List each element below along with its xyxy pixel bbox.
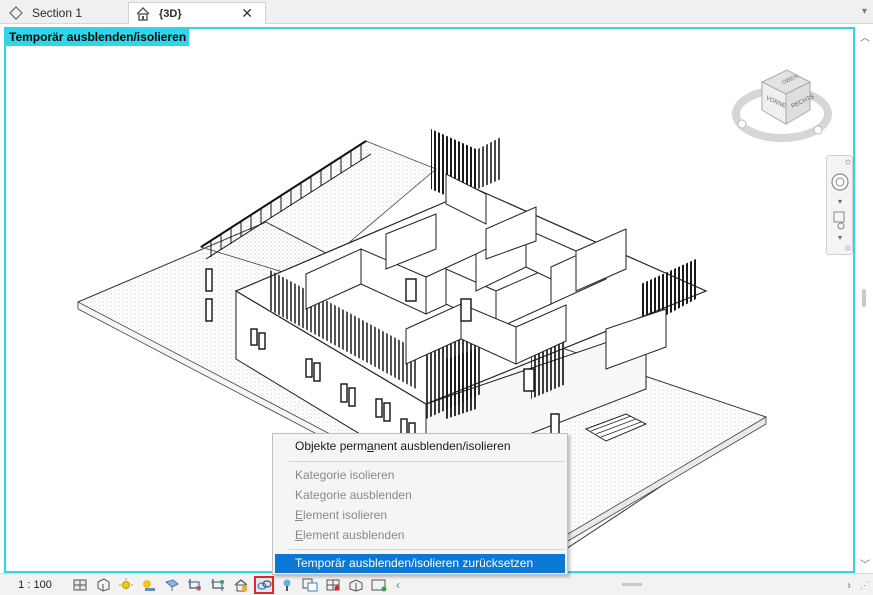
view-tab-bar: Section 1 {3D} ✕ ▾ (0, 0, 873, 24)
menu-item-reset-temporary-hide-isolate[interactable]: Temporär ausblenden/isolieren zurücksetz… (275, 554, 565, 573)
menu-separator (289, 549, 565, 550)
tab-3d[interactable]: {3D} ✕ (128, 2, 266, 24)
horizontal-scroll-thumb[interactable] (622, 583, 642, 586)
crop-view-icon[interactable]: ✕ (185, 576, 205, 594)
revit-window: Section 1 {3D} ✕ ▾ Temporär ausblenden/i… (0, 0, 873, 595)
visual-style-icon[interactable] (93, 576, 113, 594)
worksharing-icon[interactable] (300, 576, 320, 594)
hide-isolate-context-menu: Objekte permanent ausblenden/isolieren K… (272, 433, 568, 575)
menu-item-label-post: lement ausblenden (303, 528, 405, 542)
menu-item-hide-category[interactable]: Kategorie ausblenden (275, 486, 565, 505)
render-icon[interactable] (162, 576, 182, 594)
menu-item-isolate-category[interactable]: Kategorie isolieren (275, 466, 565, 485)
tab-section-1[interactable]: Section 1 (4, 2, 119, 24)
home-3d-icon (135, 6, 151, 22)
tab-label: Section 1 (32, 6, 83, 20)
temporary-hide-isolate-icon[interactable] (254, 575, 274, 594)
menu-item-label-pre: Objekte perm (295, 439, 368, 453)
tab-overflow-icon[interactable]: ▾ (862, 6, 867, 17)
menu-item-label-post: lement isolieren (303, 508, 388, 522)
resize-grip-icon[interactable]: ⋰ (860, 580, 869, 591)
reveal-constraints-icon[interactable] (369, 576, 389, 594)
zoom-region-icon[interactable] (833, 211, 845, 223)
menu-item-permanent-hide-isolate[interactable]: Objekte permanent ausblenden/isolieren (275, 437, 565, 456)
steering-wheel-icon[interactable] (831, 173, 849, 191)
menu-item-accelerator: a (367, 439, 374, 453)
menu-item-accelerator: E (295, 508, 304, 522)
temporary-mode-label: Temporär ausblenden/isolieren (6, 29, 190, 46)
menu-item-isolate-element[interactable]: Element isolieren (275, 506, 565, 525)
section-view-icon (8, 5, 24, 21)
menu-item-hide-element[interactable]: Element ausblenden (275, 526, 565, 545)
close-icon[interactable]: ✕ (241, 5, 253, 22)
scroll-thumb[interactable] (862, 289, 866, 307)
show-crop-icon[interactable] (208, 576, 228, 594)
reveal-hidden-icon[interactable] (277, 576, 297, 594)
menu-item-label-post: nent ausblenden/isolieren (373, 439, 511, 453)
scroll-down-icon[interactable]: ﹀ (860, 556, 870, 571)
vertical-scrollbar[interactable]: ︿ ﹀ (857, 27, 873, 573)
shadows-icon[interactable] (139, 576, 159, 594)
menu-item-label: Kategorie isolieren (295, 468, 395, 482)
navigation-bar[interactable]: ▾ ▾ (826, 155, 853, 255)
highlight-displacement-icon[interactable] (346, 576, 366, 594)
menu-item-accelerator: E (295, 528, 304, 542)
view-control-bar: 1 : 100 ✕ ‹ › ⋰ (0, 573, 873, 595)
menu-item-label: Kategorie ausblenden (295, 488, 412, 502)
close-icon[interactable] (845, 159, 851, 165)
tab-label: {3D} (159, 7, 182, 20)
analytical-model-icon[interactable] (323, 576, 343, 594)
scroll-left-icon[interactable]: ‹ (396, 578, 400, 592)
unlock-3d-icon[interactable] (231, 576, 251, 594)
view-scale[interactable]: 1 : 100 (0, 579, 70, 591)
scroll-right-icon[interactable]: › (847, 578, 851, 592)
scroll-up-icon[interactable]: ︿ (860, 29, 870, 44)
sun-path-icon[interactable] (116, 576, 136, 594)
viewcube[interactable]: OBEN VORNE RECHTS (732, 62, 832, 147)
svg-text:✕: ✕ (195, 584, 202, 592)
detail-level-icon[interactable] (70, 576, 90, 594)
svg-text:▾: ▾ (838, 197, 842, 206)
menu-separator (289, 461, 565, 462)
svg-text:▾: ▾ (838, 233, 842, 242)
menu-item-label: Temporär ausblenden/isolieren zurücksetz… (295, 556, 534, 570)
